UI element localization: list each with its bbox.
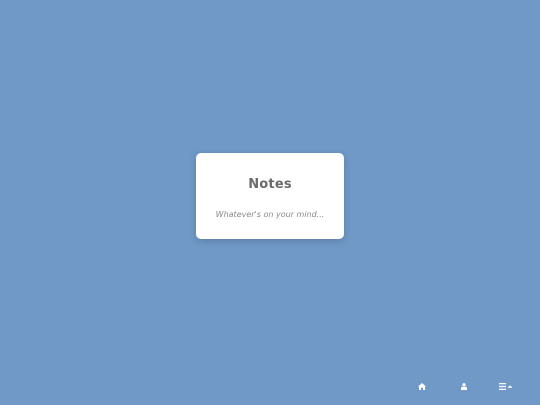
notes-title: Notes (248, 177, 292, 192)
user-button[interactable] (457, 376, 471, 396)
notes-placeholder[interactable]: Whatever's on your mind... (196, 210, 344, 219)
menu-button[interactable] (496, 376, 516, 396)
notes-card[interactable]: Notes Whatever's on your mind... (196, 153, 344, 239)
caret-up-icon (507, 384, 513, 388)
bottom-nav (0, 376, 540, 396)
home-icon (418, 382, 426, 390)
home-button[interactable] (415, 376, 429, 396)
menu-icon (499, 382, 513, 390)
user-icon (461, 382, 467, 390)
